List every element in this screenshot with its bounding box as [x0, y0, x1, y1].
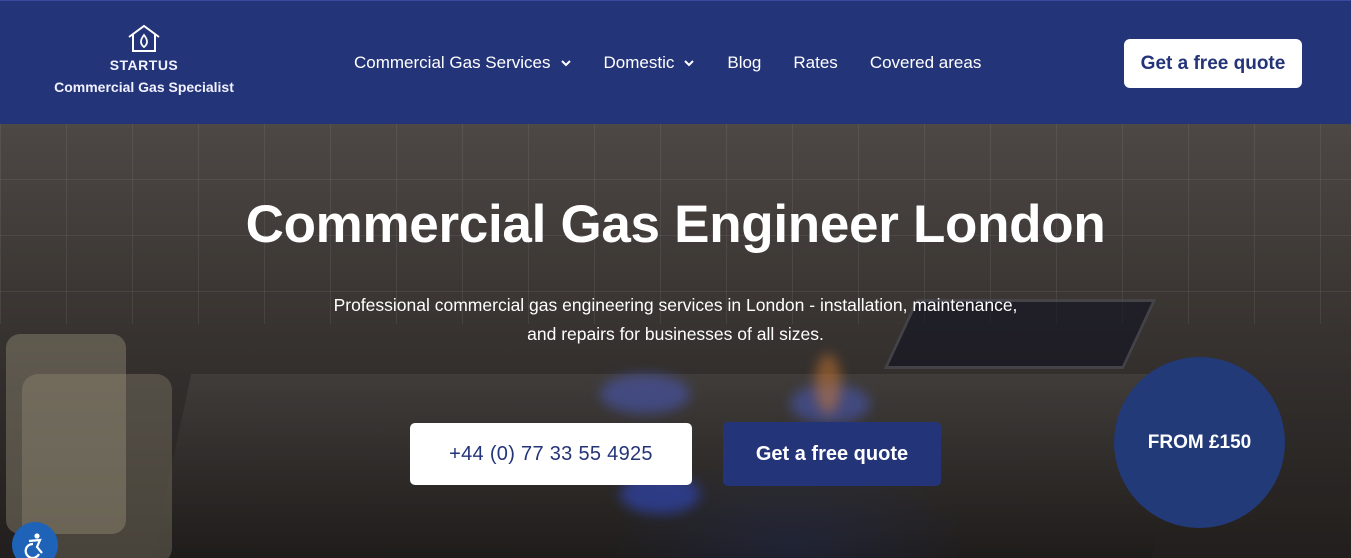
- nav-item-commercial-gas-services[interactable]: Commercial Gas Services: [354, 53, 572, 73]
- hero-title: Commercial Gas Engineer London: [245, 195, 1106, 254]
- hero-subtitle: Professional commercial gas engineering …: [285, 291, 1066, 349]
- nav-item-covered-areas[interactable]: Covered areas: [870, 53, 982, 73]
- house-flame-icon: [128, 24, 160, 52]
- logo[interactable]: STARTUS Commercial Gas Specialist: [52, 23, 236, 95]
- chevron-down-icon: [560, 60, 571, 67]
- nav-label: Blog: [727, 53, 762, 72]
- hero-subtitle-line: and repairs for businesses of all sizes.: [527, 324, 824, 344]
- hero-quote-button[interactable]: Get a free quote: [723, 422, 941, 486]
- main-nav: Commercial Gas Services Domestic Blog Ra…: [354, 53, 981, 73]
- nav-label: Domestic: [603, 53, 675, 72]
- nav-item-rates[interactable]: Rates: [793, 53, 837, 73]
- accessibility-icon: [24, 533, 43, 558]
- logo-tagline: Commercial Gas Specialist: [54, 79, 234, 95]
- price-badge: FROM £150: [1114, 357, 1285, 528]
- site-header: STARTUS Commercial Gas Specialist Commer…: [0, 0, 1351, 124]
- phone-button[interactable]: +44 (0) 77 33 55 4925: [410, 423, 692, 485]
- hero-section: Commercial Gas Engineer London Professio…: [0, 124, 1351, 558]
- nav-label: Commercial Gas Services: [354, 53, 551, 72]
- nav-label: Rates: [793, 53, 838, 72]
- chevron-down-icon: [684, 60, 695, 67]
- hero-subtitle-line: Professional commercial gas engineering …: [333, 295, 1018, 315]
- header-quote-button[interactable]: Get a free quote: [1124, 39, 1302, 88]
- nav-label: Covered areas: [869, 53, 982, 72]
- nav-item-blog[interactable]: Blog: [727, 53, 761, 73]
- nav-item-domestic[interactable]: Domestic: [604, 53, 696, 73]
- logo-brand: STARTUS: [109, 57, 179, 73]
